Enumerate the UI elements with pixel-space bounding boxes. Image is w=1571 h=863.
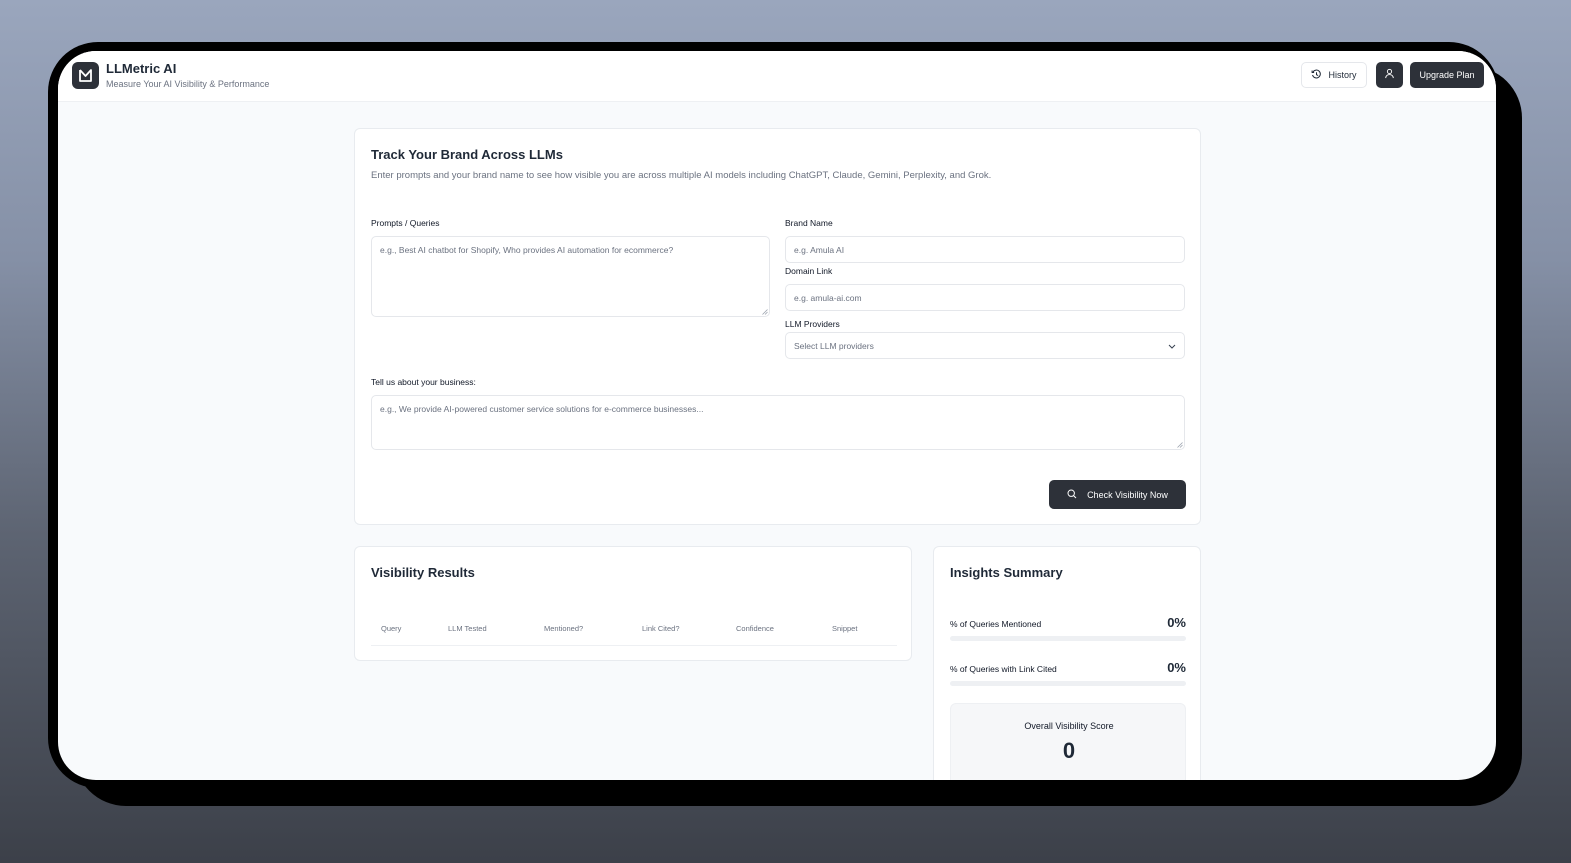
brand-name-label: Brand Name [785,218,833,228]
business-label: Tell us about your business: [371,377,476,387]
history-icon [1311,69,1322,82]
history-label: History [1328,70,1357,80]
app-screen: LLMetric AI Measure Your AI Visibility &… [58,51,1496,780]
column-query: Query [381,624,402,633]
app-title: LLMetric AI [106,61,177,76]
chevron-down-icon [1168,341,1176,351]
resize-grip-icon[interactable] [1177,442,1183,448]
llm-providers-select[interactable]: Select LLM providers [785,332,1185,359]
track-brand-card: Track Your Brand Across LLMs Enter promp… [354,128,1201,525]
brand-name-input[interactable] [785,236,1185,263]
history-button[interactable]: History [1301,62,1367,88]
llm-providers-label: LLM Providers [785,319,840,329]
score-label: Overall Visibility Score [1024,721,1114,731]
metric-value: 0% [1167,615,1186,630]
domain-link-label: Domain Link [785,266,833,276]
user-icon [1384,66,1395,84]
prompts-label: Prompts / Queries [371,218,440,228]
column-llm-tested: LLM Tested [448,624,487,633]
score-value: 0 [1062,738,1076,763]
domain-link-input[interactable] [785,284,1185,311]
insights-title: Insights Summary [950,565,1063,580]
column-mentioned: Mentioned? [544,624,584,633]
track-description: Enter prompts and your brand name to see… [371,170,992,181]
metric-label: % of Queries with Link Cited [950,664,1057,674]
column-confidence: Confidence [736,624,774,633]
app-subtitle: Measure Your AI Visibility & Performance [106,79,270,89]
check-visibility-button[interactable]: Check Visibility Now [1049,480,1186,509]
business-textarea[interactable] [371,395,1185,450]
progress-bar-mentioned [950,636,1186,641]
overall-score-box: Overall Visibility Score 0 [950,703,1186,780]
progress-bar-link-cited [950,681,1186,686]
metric-value: 0% [1167,660,1186,675]
results-table-header: Query LLM Tested Mentioned? Link Cited? … [371,607,897,646]
check-visibility-label: Check Visibility Now [1087,489,1168,500]
lm-logo-icon [72,62,99,89]
resize-grip-icon[interactable] [762,309,768,315]
track-title: Track Your Brand Across LLMs [371,147,563,162]
results-title: Visibility Results [371,565,475,580]
top-bar: LLMetric AI Measure Your AI Visibility &… [58,51,1496,102]
search-icon [1067,488,1077,501]
insights-summary-card: Insights Summary % of Queries Mentioned … [933,546,1201,780]
column-snippet: Snippet [832,624,858,633]
prompts-textarea[interactable] [371,236,770,317]
column-link-cited: Link Cited? [642,624,680,633]
user-button[interactable] [1376,62,1403,88]
upgrade-plan-button[interactable]: Upgrade Plan [1410,62,1484,88]
llm-providers-value: Select LLM providers [794,340,874,351]
visibility-results-card: Visibility Results Query LLM Tested Ment… [354,546,912,661]
metric-label: % of Queries Mentioned [950,619,1042,629]
